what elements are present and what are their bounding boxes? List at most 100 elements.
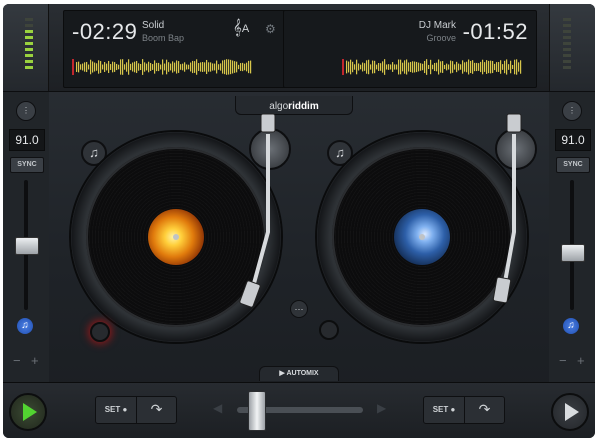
waveform-bar xyxy=(110,64,112,70)
waveform-bar xyxy=(452,61,454,73)
key-left-button[interactable]: 𝄞A xyxy=(233,19,249,36)
crossfader-left-arrow[interactable]: ◀ xyxy=(213,401,222,415)
left-cue-button[interactable] xyxy=(90,322,110,342)
waveform-bar xyxy=(180,64,182,70)
waveform-bar xyxy=(428,64,430,70)
dj-app: -02:29 Solid Boom Bap 𝄞A ⚙ i 𝄞D DJ Mark … xyxy=(3,4,595,438)
waveform-bar xyxy=(128,59,130,75)
waveform-bar xyxy=(474,62,476,72)
right-turntable[interactable]: ♫ xyxy=(299,92,545,382)
waveform-bar xyxy=(158,62,160,72)
right-track-panel[interactable]: DJ Mark Groove -01:52 xyxy=(283,10,537,88)
waveform-bar xyxy=(490,60,492,74)
waveform-bar xyxy=(442,61,444,73)
left-tonearm[interactable] xyxy=(173,112,293,312)
waveform-bar xyxy=(88,64,90,70)
waveform-bar xyxy=(348,61,350,73)
waveform-bar xyxy=(148,61,150,73)
left-turntable[interactable]: ♫ xyxy=(53,92,299,382)
waveform-bar xyxy=(190,62,192,72)
waveform-bar xyxy=(234,61,236,73)
waveform-bar xyxy=(390,64,392,70)
crossfader-knob[interactable] xyxy=(247,391,266,431)
waveform-bar xyxy=(496,62,498,72)
waveform-bar xyxy=(176,60,178,74)
waveform-bar xyxy=(86,61,88,73)
waveform-bar xyxy=(352,61,354,73)
waveform-bar xyxy=(520,60,522,74)
grid-icon[interactable]: ⋯ xyxy=(290,300,308,318)
loop-arrow-icon[interactable]: ↷ xyxy=(465,397,504,423)
right-note-icon[interactable]: ♫ xyxy=(563,318,579,334)
right-bpm-display[interactable]: 91.0 xyxy=(555,129,591,151)
left-minus-button[interactable]: − xyxy=(13,353,21,368)
left-set-button[interactable]: SET ● xyxy=(96,397,137,423)
left-waveform[interactable] xyxy=(72,58,257,76)
waveform-bar xyxy=(102,64,104,70)
left-fx-button[interactable]: ⋮ xyxy=(16,101,36,121)
waveform-bar xyxy=(374,60,376,74)
waveform-bar xyxy=(368,59,370,75)
left-sync-button[interactable]: SYNC xyxy=(10,157,44,173)
waveform-bar xyxy=(118,64,120,70)
right-minus-button[interactable]: − xyxy=(559,353,567,368)
right-waveform[interactable] xyxy=(342,58,527,76)
waveform-bar xyxy=(150,63,152,71)
right-pitch-slider-knob[interactable] xyxy=(561,243,585,262)
waveform-bar xyxy=(242,62,244,72)
waveform-bar xyxy=(450,60,452,74)
waveform-bar xyxy=(104,62,106,72)
waveform-bar xyxy=(172,61,174,73)
left-time-remaining: -02:29 xyxy=(72,19,138,44)
waveform-bar xyxy=(350,59,352,75)
right-time-remaining: -01:52 xyxy=(462,19,528,44)
waveform-bar xyxy=(210,62,212,72)
waveform-bar xyxy=(192,60,194,74)
waveform-bar xyxy=(166,59,168,75)
waveform-bar xyxy=(504,60,506,74)
waveform-bar xyxy=(462,60,464,74)
waveform-bar xyxy=(422,63,424,71)
right-set-button[interactable]: SET ● xyxy=(424,397,465,423)
loop-arrow-icon[interactable]: ↷ xyxy=(137,397,176,423)
waveform-bar xyxy=(226,59,228,75)
automix-button[interactable]: ▶ AUTOMIX xyxy=(259,366,339,381)
waveform-bar xyxy=(408,62,410,72)
waveform-bar xyxy=(416,61,418,73)
waveform-bar xyxy=(432,64,434,70)
waveform-bar xyxy=(464,62,466,72)
waveform-bar xyxy=(500,60,502,74)
crossfader-right-arrow[interactable]: ▶ xyxy=(377,401,386,415)
right-play-button[interactable] xyxy=(551,393,589,431)
right-cue-button[interactable] xyxy=(319,320,339,340)
waveform-bar xyxy=(156,62,158,72)
left-level-meter-column xyxy=(3,4,49,91)
automix-label: AUTOMIX xyxy=(286,370,319,377)
waveform-bar xyxy=(112,61,114,73)
right-plus-button[interactable]: + xyxy=(577,353,585,368)
left-play-button[interactable] xyxy=(9,393,47,431)
waveform-bar xyxy=(486,60,488,74)
waveform-bar xyxy=(218,64,220,70)
right-fx-button[interactable]: ⋮ xyxy=(562,101,582,121)
waveform-bar xyxy=(132,62,134,72)
waveform-bar xyxy=(98,60,100,74)
waveform-bar xyxy=(116,63,118,71)
left-plus-button[interactable]: + xyxy=(31,353,39,368)
waveform-bar xyxy=(182,63,184,71)
waveform-bar xyxy=(418,62,420,72)
gear-icon[interactable]: ⚙ xyxy=(265,22,276,36)
waveform-bar xyxy=(152,64,154,70)
right-sync-button[interactable]: SYNC xyxy=(556,157,590,173)
waveform-bar xyxy=(160,64,162,70)
right-tonearm[interactable] xyxy=(419,112,539,312)
left-note-icon[interactable]: ♫ xyxy=(17,318,33,334)
waveform-bar xyxy=(82,63,84,71)
waveform-bar xyxy=(236,61,238,73)
waveform-bar xyxy=(370,64,372,70)
left-pitch-slider-knob[interactable] xyxy=(15,237,39,255)
waveform-bar xyxy=(200,62,202,72)
waveform-bar xyxy=(90,59,92,75)
waveform-bar xyxy=(482,59,484,75)
left-bpm-display[interactable]: 91.0 xyxy=(9,129,45,151)
